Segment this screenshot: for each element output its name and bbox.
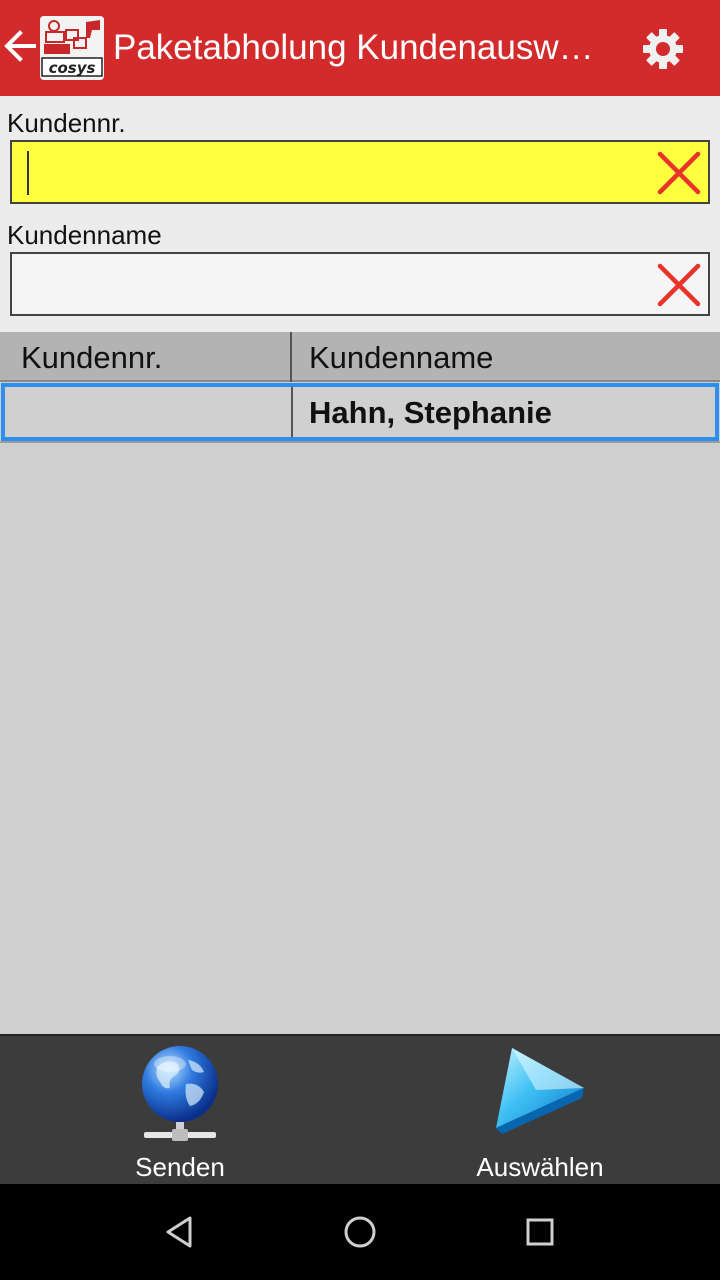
customer-name-label: Kundenname xyxy=(7,220,162,250)
app-bar: cosys Paketabholung Kundenausw… xyxy=(0,0,720,96)
customer-number-input[interactable] xyxy=(12,142,652,202)
nav-home-icon[interactable] xyxy=(336,1208,384,1256)
globe-network-icon xyxy=(138,1044,222,1149)
customer-number-label: Kundennr. xyxy=(7,108,126,138)
system-nav-bar xyxy=(0,1184,720,1280)
customer-number-field[interactable] xyxy=(10,140,710,204)
customer-name-field[interactable] xyxy=(10,252,710,316)
arrow-left-icon[interactable] xyxy=(2,26,38,66)
search-form: Kundennr. Kundenname xyxy=(0,96,720,332)
nav-recents-icon[interactable] xyxy=(516,1208,564,1256)
cell-customer-name: Hahn, Stephanie xyxy=(309,395,552,430)
row-separator xyxy=(0,441,720,443)
gear-icon[interactable] xyxy=(640,26,686,72)
table-header: Kundennr. Kundenname xyxy=(0,332,720,382)
column-header-customer-number[interactable]: Kundennr. xyxy=(21,332,162,382)
column-divider xyxy=(291,387,293,437)
nav-back-icon[interactable] xyxy=(156,1208,204,1256)
play-triangle-icon xyxy=(492,1046,588,1141)
column-header-customer-name[interactable]: Kundenname xyxy=(309,332,493,382)
page-title: Paketabholung Kundenausw… xyxy=(113,28,594,67)
text-caret xyxy=(27,151,29,195)
clear-x-icon[interactable] xyxy=(656,150,702,196)
select-button[interactable]: Auswählen xyxy=(360,1036,720,1186)
send-button[interactable]: Senden xyxy=(0,1036,360,1186)
select-button-label: Auswählen xyxy=(476,1152,604,1182)
table-row[interactable]: Hahn, Stephanie xyxy=(1,383,719,441)
customer-name-input[interactable] xyxy=(12,254,652,314)
send-button-label: Senden xyxy=(135,1152,225,1182)
column-divider xyxy=(290,332,292,382)
app-logo-icon: cosys xyxy=(40,16,104,80)
svg-text:cosys: cosys xyxy=(49,59,96,77)
clear-x-icon[interactable] xyxy=(656,262,702,308)
bottom-toolbar: Senden Auswählen xyxy=(0,1034,720,1184)
